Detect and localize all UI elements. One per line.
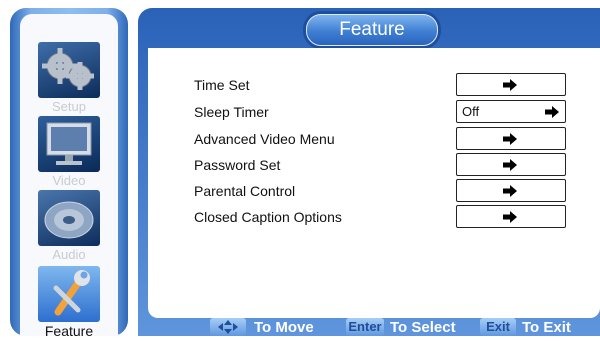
arrow-right-icon	[503, 185, 517, 197]
speaker-icon	[38, 190, 100, 246]
option-value-box[interactable]	[456, 127, 566, 150]
arrow-right-icon	[503, 79, 517, 91]
option-label: Password Set	[194, 157, 281, 173]
option-value-box[interactable]	[456, 179, 566, 202]
sidebar-item-label: Feature	[44, 323, 94, 339]
move-key	[210, 318, 246, 336]
arrow-right-icon	[503, 211, 517, 223]
exit-hint: To Exit	[522, 319, 571, 336]
option-value-box[interactable]	[456, 205, 566, 228]
arrow-right-icon	[545, 106, 559, 118]
option-closed-caption-options[interactable]: Closed Caption Options	[194, 205, 600, 230]
option-label: Advanced Video Menu	[194, 131, 335, 147]
sidebar-item-audio[interactable]: Audio	[30, 190, 108, 262]
option-value-box[interactable]	[456, 153, 566, 176]
option-value-box[interactable]	[456, 73, 566, 96]
move-hint: To Move	[254, 319, 314, 336]
sidebar-item-label: Setup	[52, 99, 86, 114]
option-parental-control[interactable]: Parental Control	[194, 179, 600, 204]
option-advanced-video-menu[interactable]: Advanced Video Menu	[194, 127, 600, 152]
wrench-icon	[38, 266, 100, 322]
option-sleep-timer[interactable]: Sleep Timer Off	[194, 100, 600, 125]
footer-hints: To Move Enter To Select Exit To Exit	[148, 318, 600, 336]
sidebar-item-label: Video	[52, 173, 86, 188]
options-list: Time Set Sleep Timer Off Advanced Video …	[148, 48, 600, 318]
arrow-right-icon	[503, 133, 517, 145]
monitor-icon	[38, 116, 100, 172]
sidebar: Setup Video Audio Feature	[10, 8, 128, 338]
sidebar-item-feature[interactable]: Feature	[30, 266, 108, 338]
enter-key: Enter	[346, 318, 384, 336]
arrow-right-icon	[503, 159, 517, 171]
option-value-box[interactable]: Off	[456, 100, 566, 123]
option-label: Sleep Timer	[194, 104, 269, 120]
select-hint: To Select	[390, 319, 456, 336]
option-value: Off	[462, 104, 480, 119]
option-label: Parental Control	[194, 183, 296, 199]
sidebar-item-setup[interactable]: Setup	[30, 42, 108, 114]
option-password-set[interactable]: Password Set	[194, 153, 600, 178]
option-time-set[interactable]: Time Set	[194, 73, 600, 98]
feature-panel: Feature Time Set Sleep Timer Off Advance…	[138, 8, 600, 336]
sidebar-panel: Setup Video Audio Feature	[20, 14, 118, 338]
sidebar-item-label: Audio	[52, 247, 86, 262]
navigation-arrows-icon	[218, 320, 238, 334]
gear-icon	[38, 42, 100, 98]
exit-key: Exit	[480, 318, 516, 336]
option-label: Closed Caption Options	[194, 209, 342, 225]
sidebar-item-video[interactable]: Video	[30, 116, 108, 188]
option-label: Time Set	[194, 77, 250, 93]
page-title: Feature	[306, 14, 438, 46]
